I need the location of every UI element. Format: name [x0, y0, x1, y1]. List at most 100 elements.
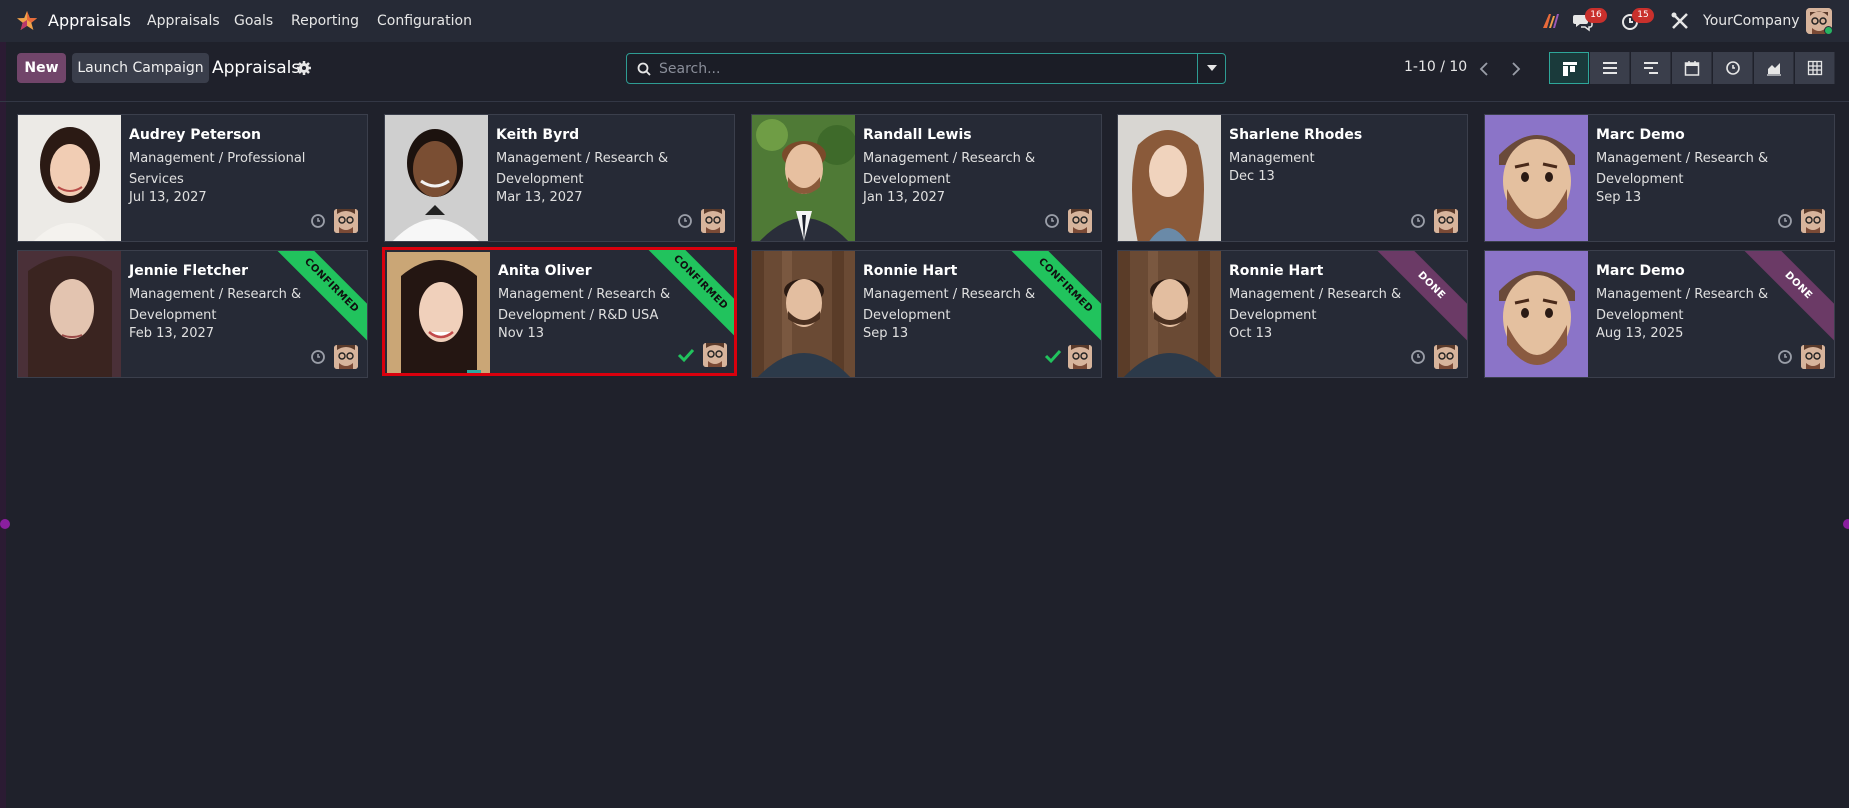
pager-value[interactable]: 1-10 / 10: [1404, 59, 1467, 75]
left-edge-strip: [0, 0, 6, 808]
pivot-table-icon: [1807, 60, 1823, 76]
right-edge-handle[interactable]: [1843, 519, 1849, 529]
appraisal-card[interactable]: Ronnie Hart Management / Research & Deve…: [751, 250, 1102, 378]
appraisal-date: Feb 13, 2027: [129, 326, 215, 341]
launch-campaign-button[interactable]: Launch Campaign: [72, 53, 209, 83]
activities-badge: 15: [1632, 8, 1654, 23]
manager-avatar[interactable]: [334, 209, 358, 233]
app-name[interactable]: Appraisals: [48, 11, 131, 30]
ai-assistant-icon[interactable]: [1540, 10, 1562, 32]
activity-clock-icon[interactable]: [1777, 349, 1793, 365]
view-pivot-button[interactable]: [1795, 52, 1835, 84]
manager-avatar[interactable]: [1068, 209, 1092, 233]
page-title: Appraisals: [212, 58, 301, 78]
employee-photo: [385, 115, 488, 241]
employee-name: Marc Demo: [1596, 127, 1685, 143]
employee-photo: [1118, 115, 1221, 241]
top-navbar: Appraisals Appraisals Goals Reporting Co…: [0, 0, 1849, 42]
view-calendar-button[interactable]: [1672, 52, 1712, 84]
view-kanban-button[interactable]: [1549, 52, 1589, 84]
appraisal-card[interactable]: Keith Byrd Management / Research & Devel…: [384, 114, 735, 242]
online-status-dot: [1824, 26, 1833, 35]
activity-clock-icon[interactable]: [1044, 213, 1060, 229]
employee-photo: [752, 115, 855, 241]
activity-clock-icon[interactable]: [310, 349, 326, 365]
appraisal-date: Mar 13, 2027: [496, 190, 583, 205]
appraisal-card-selected[interactable]: Anita Oliver Management / Research & Dev…: [382, 247, 737, 376]
gear-icon[interactable]: [296, 60, 312, 76]
appraisal-date: Sep 13: [863, 326, 909, 341]
appraisals-app-icon[interactable]: [16, 10, 38, 32]
company-switcher[interactable]: YourCompany: [1703, 13, 1800, 29]
employee-department: Management / Research & Development: [129, 287, 302, 323]
activity-clock-icon[interactable]: [1410, 213, 1426, 229]
employee-photo: [1118, 251, 1221, 377]
manager-avatar[interactable]: [1801, 345, 1825, 369]
appraisal-date: Jul 13, 2027: [129, 190, 207, 205]
search-bar: [626, 53, 1226, 84]
calendar-icon: [1684, 61, 1700, 76]
appraisal-card[interactable]: Randall Lewis Management / Research & De…: [751, 114, 1102, 242]
employee-name: Keith Byrd: [496, 127, 580, 143]
employee-department: Management: [1229, 151, 1315, 166]
appraisal-date: Sep 13: [1596, 190, 1642, 205]
messages-badge: 16: [1585, 8, 1607, 23]
pager-next-icon[interactable]: [1502, 55, 1530, 83]
employee-photo: [18, 251, 121, 377]
employee-department: Management / Research & Development: [863, 151, 1036, 187]
activity-clock-icon[interactable]: [1410, 349, 1426, 365]
employee-photo: [1485, 251, 1588, 377]
search-options-toggle[interactable]: [1197, 54, 1225, 83]
view-gantt-button[interactable]: [1631, 52, 1671, 84]
view-list-button[interactable]: [1590, 52, 1630, 84]
employee-name: Randall Lewis: [863, 127, 972, 143]
manager-avatar[interactable]: [334, 345, 358, 369]
manager-avatar[interactable]: [701, 209, 725, 233]
activity-clock-icon[interactable]: [1777, 213, 1793, 229]
employee-department: Management / Research & Development: [1596, 151, 1769, 187]
appraisal-date: Dec 13: [1229, 169, 1275, 184]
new-button[interactable]: New: [17, 53, 66, 83]
appraisal-card[interactable]: Sharlene Rhodes Management Dec 13: [1117, 114, 1468, 242]
search-input[interactable]: [659, 58, 1179, 80]
appraisal-card[interactable]: Marc Demo Management / Research & Develo…: [1484, 114, 1835, 242]
employee-photo: [752, 251, 855, 377]
menu-goals[interactable]: Goals: [234, 13, 273, 29]
appraisal-card[interactable]: Ronnie Hart Management / Research & Deve…: [1117, 250, 1468, 378]
menu-reporting[interactable]: Reporting: [291, 13, 359, 29]
manager-avatar[interactable]: [1801, 209, 1825, 233]
employee-department: Management / Research & Development: [1229, 287, 1402, 323]
appraisal-date: Jan 13, 2027: [863, 190, 946, 205]
debug-tools-icon[interactable]: [1669, 10, 1691, 32]
checkmark-icon[interactable]: [1044, 347, 1062, 365]
left-edge-handle[interactable]: [0, 519, 10, 529]
activity-clock-icon[interactable]: [310, 213, 326, 229]
employee-department: Management / Research & Development / R&…: [498, 287, 671, 323]
pager-previous-icon[interactable]: [1470, 55, 1498, 83]
activity-clock-icon[interactable]: [677, 213, 693, 229]
manager-avatar[interactable]: [1434, 209, 1458, 233]
search-icon: [637, 62, 651, 76]
activity-clock-icon: [1726, 61, 1740, 75]
employee-photo: [1485, 115, 1588, 241]
kanban-icon: [1563, 62, 1577, 76]
employee-department: Management / Professional Services: [129, 151, 306, 187]
menu-configuration[interactable]: Configuration: [377, 13, 472, 29]
view-graph-button[interactable]: [1754, 52, 1794, 84]
employee-department: Management / Research & Development: [863, 287, 1036, 323]
menu-appraisals[interactable]: Appraisals: [147, 13, 220, 29]
appraisal-card[interactable]: Audrey Peterson Management / Professiona…: [17, 114, 368, 242]
appraisal-date: Aug 13, 2025: [1596, 326, 1684, 341]
employee-name: Audrey Peterson: [129, 127, 261, 143]
manager-avatar[interactable]: [1068, 345, 1092, 369]
area-chart-icon: [1767, 63, 1781, 76]
view-activity-button[interactable]: [1713, 52, 1753, 84]
manager-avatar[interactable]: [703, 343, 727, 367]
employee-photo: [387, 252, 490, 373]
appraisal-card[interactable]: Jennie Fletcher Management / Research & …: [17, 250, 368, 378]
appraisal-card[interactable]: Marc Demo Management / Research & Develo…: [1484, 250, 1835, 378]
manager-avatar[interactable]: [1434, 345, 1458, 369]
employee-department: Management / Research & Development: [1596, 287, 1769, 323]
gantt-icon: [1644, 62, 1658, 74]
checkmark-icon[interactable]: [677, 346, 695, 364]
